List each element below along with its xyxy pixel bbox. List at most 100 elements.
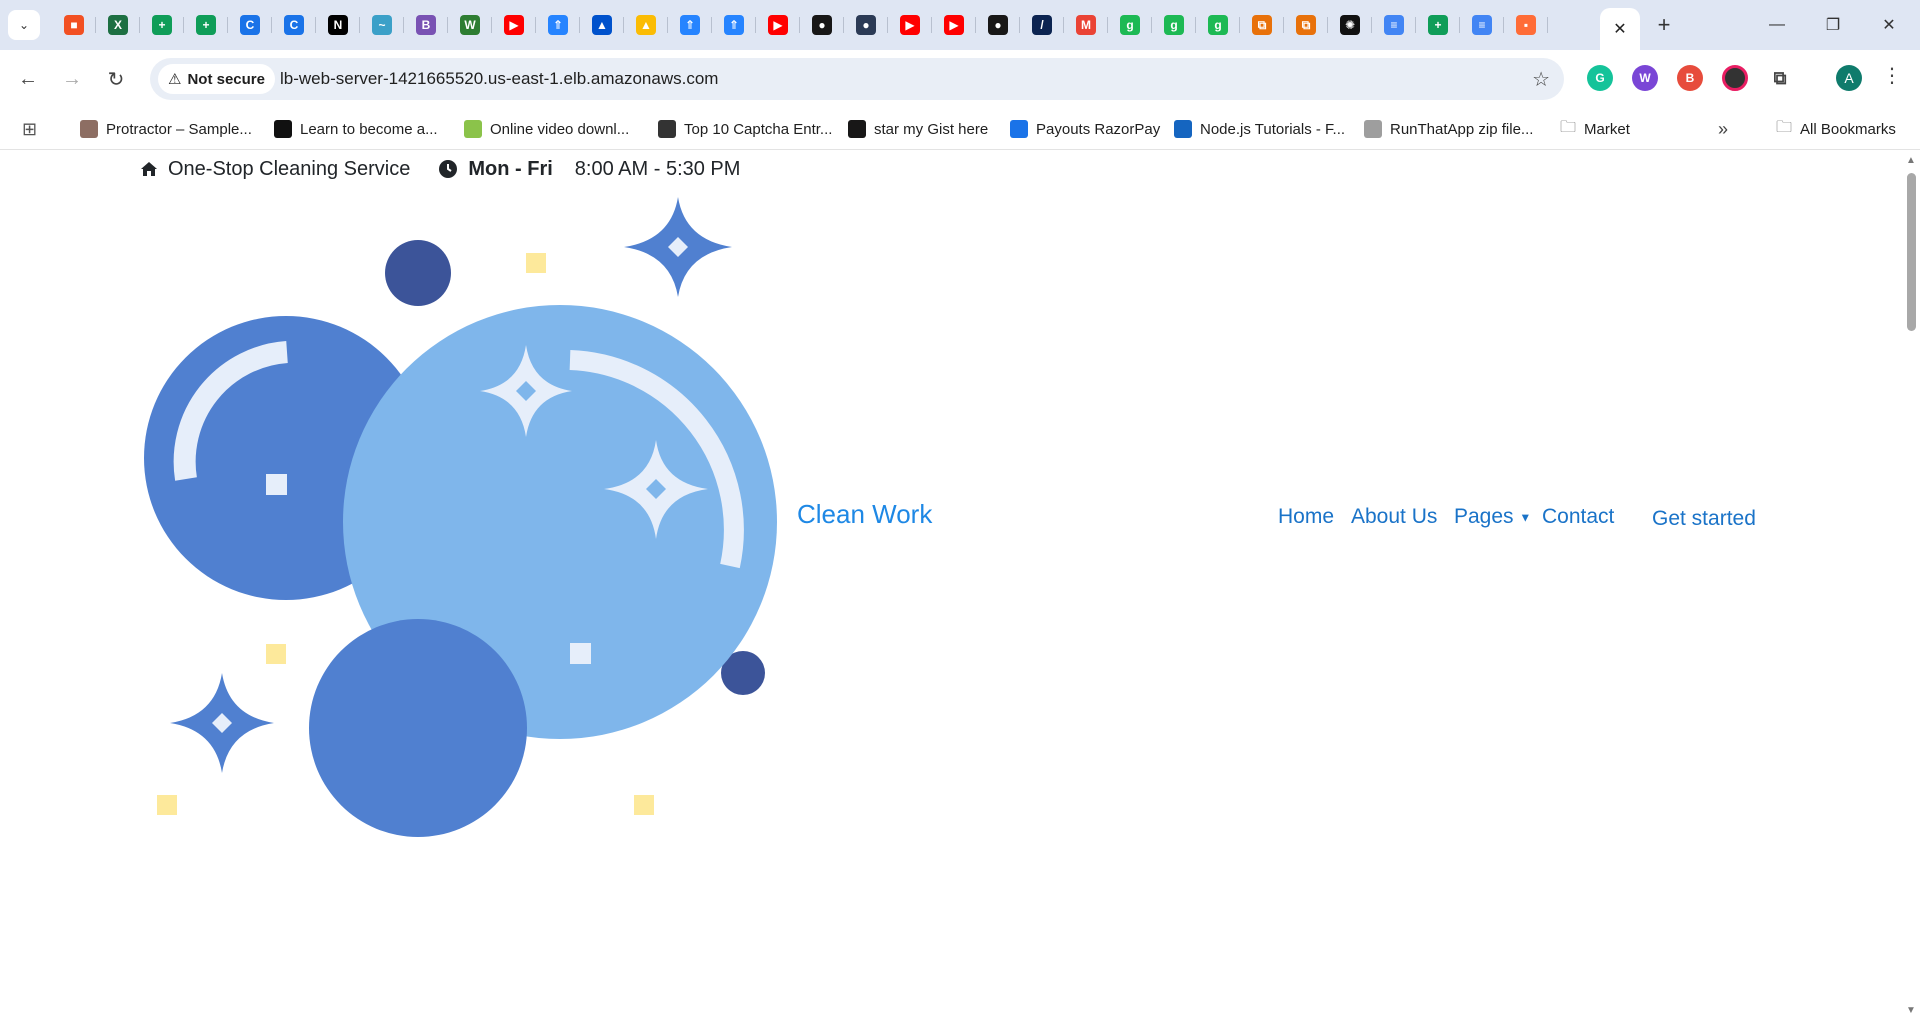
bookmark-label: Market xyxy=(1584,120,1630,138)
tab[interactable]: ~ xyxy=(360,8,404,42)
yellow-square xyxy=(526,253,546,273)
browser-menu-icon[interactable]: ⋮ xyxy=(1880,63,1904,88)
c-icon: C xyxy=(240,15,260,35)
tab[interactable]: ⧉ xyxy=(1284,8,1328,42)
tab[interactable]: + xyxy=(140,8,184,42)
extension-b-icon[interactable]: B xyxy=(1677,65,1703,91)
clock-icon xyxy=(439,160,458,178)
tab[interactable]: X xyxy=(96,8,140,42)
new-tab-button[interactable]: + xyxy=(1650,12,1678,38)
close-icon[interactable]: ✕ xyxy=(1613,19,1626,39)
tab-strip: ⌄ ■ X + + C C N ~ B W ▶ ⇑ ▲ ▲ ⇑ ⇑ ▶ ● ● ▶ ▶ ● / Mg g g ⧉ ⧉ ✺ ≡ + ≡ ▪ ✕ +… xyxy=(0,0,1920,50)
tab[interactable]: + xyxy=(1416,8,1460,42)
scroll-down-arrow-icon[interactable]: ▼ xyxy=(1906,1005,1916,1016)
orange-icon: ⧉ xyxy=(1252,15,1272,35)
openai-icon: ✺ xyxy=(1340,15,1360,35)
tab[interactable]: ▶ xyxy=(492,8,536,42)
url-text[interactable]: lb-web-server-1421665520.us-east-1.elb.a… xyxy=(280,69,718,89)
bookmark-item[interactable]: Learn to become a... xyxy=(274,118,438,140)
bookmark-item[interactable]: star my Gist here xyxy=(848,118,988,140)
jira-icon: ⇑ xyxy=(680,15,700,35)
page-scrollbar[interactable]: ▲ ▼ xyxy=(1902,151,1920,1020)
tab[interactable]: W xyxy=(448,8,492,42)
youtube-icon: ▶ xyxy=(944,15,964,35)
back-button[interactable]: ← xyxy=(12,63,44,95)
brand-name[interactable]: Clean Work xyxy=(797,499,932,530)
tab[interactable]: + xyxy=(184,8,228,42)
tab[interactable]: M xyxy=(1064,8,1108,42)
address-bar[interactable]: ⚠ Not secure lb-web-server-1421665520.us… xyxy=(150,58,1564,100)
tab[interactable]: ≡ xyxy=(1372,8,1416,42)
bubble xyxy=(309,619,527,837)
nav-pages[interactable]: Pages ▼ xyxy=(1454,505,1531,529)
active-tab[interactable]: ✕ xyxy=(1600,8,1640,50)
jira-icon: ⇑ xyxy=(724,15,744,35)
bookmark-item[interactable]: RunThatApp zip file... xyxy=(1364,118,1533,140)
tab[interactable]: ≡ xyxy=(1460,8,1504,42)
docs-icon: ≡ xyxy=(1384,15,1404,35)
grammarly-icon[interactable]: G xyxy=(1587,65,1613,91)
extensions-puzzle-icon[interactable]: ⧉ xyxy=(1767,65,1793,91)
bookmark-label: RunThatApp zip file... xyxy=(1390,120,1534,138)
docs-icon: ≡ xyxy=(1472,15,1492,35)
window-close-button[interactable]: ✕ xyxy=(1866,10,1912,40)
nav-home[interactable]: Home xyxy=(1278,505,1334,529)
get-started-button[interactable]: Get started xyxy=(1652,507,1756,531)
sheets-icon: + xyxy=(1428,15,1448,35)
apps-grid-icon[interactable]: ⊞ xyxy=(22,118,37,140)
tab[interactable]: ▲ xyxy=(624,8,668,42)
tab[interactable]: ▶ xyxy=(932,8,976,42)
scrollbar-thumb[interactable] xyxy=(1907,173,1916,331)
nav-about[interactable]: About Us xyxy=(1351,505,1437,529)
bookmark-item[interactable]: Top 10 Captcha Entr... xyxy=(658,118,832,140)
tab[interactable]: ✺ xyxy=(1328,8,1372,42)
forward-button[interactable]: → xyxy=(56,63,88,95)
tab[interactable]: g xyxy=(1108,8,1152,42)
bookmark-label: Node.js Tutorials - F... xyxy=(1200,120,1346,138)
minimize-button[interactable]: — xyxy=(1754,10,1800,40)
tab-search-button[interactable]: ⌄ xyxy=(8,10,40,40)
g-icon: g xyxy=(1208,15,1228,35)
bookmark-item[interactable]: 🗀 Market xyxy=(1560,118,1630,140)
yellow-square xyxy=(266,644,286,664)
tab[interactable]: C xyxy=(228,8,272,42)
tab[interactable]: ▶ xyxy=(756,8,800,42)
bookmark-item[interactable]: Online video downl... xyxy=(464,118,629,140)
tab[interactable]: / xyxy=(1020,8,1064,42)
tab[interactable]: g xyxy=(1196,8,1240,42)
tab[interactable]: g xyxy=(1152,8,1196,42)
chrome-icon[interactable] xyxy=(1722,65,1748,91)
tab[interactable]: ● xyxy=(800,8,844,42)
security-badge[interactable]: ⚠ Not secure xyxy=(158,64,275,94)
tab[interactable]: C xyxy=(272,8,316,42)
tab[interactable]: ● xyxy=(976,8,1020,42)
atlassian-icon: ▲ xyxy=(592,15,612,35)
tab[interactable]: ● xyxy=(844,8,888,42)
bookmark-item[interactable]: Payouts RazorPay xyxy=(1010,118,1160,140)
reload-button[interactable]: ↻ xyxy=(100,63,132,95)
extension-w-icon[interactable]: W xyxy=(1632,65,1658,91)
tab-list: ■ X + + C C N ~ B W ▶ ⇑ ▲ ▲ ⇑ ⇑ ▶ ● ● ▶ ▶ ● / Mg g g ⧉ ⧉ ✺ ≡ + ≡ ▪ xyxy=(52,8,1548,42)
tab[interactable]: ⇑ xyxy=(668,8,712,42)
notion-icon: N xyxy=(328,15,348,35)
bookmark-item[interactable]: Node.js Tutorials - F... xyxy=(1174,118,1345,140)
all-bookmarks-button[interactable]: 🗀 All Bookmarks xyxy=(1776,118,1896,140)
bookmark-item[interactable]: Protractor – Sample... xyxy=(80,118,252,140)
nav-contact[interactable]: Contact xyxy=(1542,505,1614,529)
avatar[interactable]: A xyxy=(1836,65,1862,91)
tab[interactable]: ⇑ xyxy=(712,8,756,42)
orange-icon: ⧉ xyxy=(1296,15,1316,35)
tab[interactable]: ▶ xyxy=(888,8,932,42)
tab[interactable]: ■ xyxy=(52,8,96,42)
tab[interactable]: ⧉ xyxy=(1240,8,1284,42)
tab[interactable]: ⇑ xyxy=(536,8,580,42)
bookmark-star-icon[interactable]: ☆ xyxy=(1532,67,1550,92)
bookmarks-overflow-button[interactable]: » xyxy=(1718,118,1728,140)
restore-button[interactable]: ❐ xyxy=(1810,10,1856,40)
tab[interactable]: ▪ xyxy=(1504,8,1548,42)
tab[interactable]: N xyxy=(316,8,360,42)
scroll-up-arrow-icon[interactable]: ▲ xyxy=(1906,155,1916,166)
tab[interactable]: B xyxy=(404,8,448,42)
tab[interactable]: ▲ xyxy=(580,8,624,42)
yellow-square xyxy=(634,795,654,815)
